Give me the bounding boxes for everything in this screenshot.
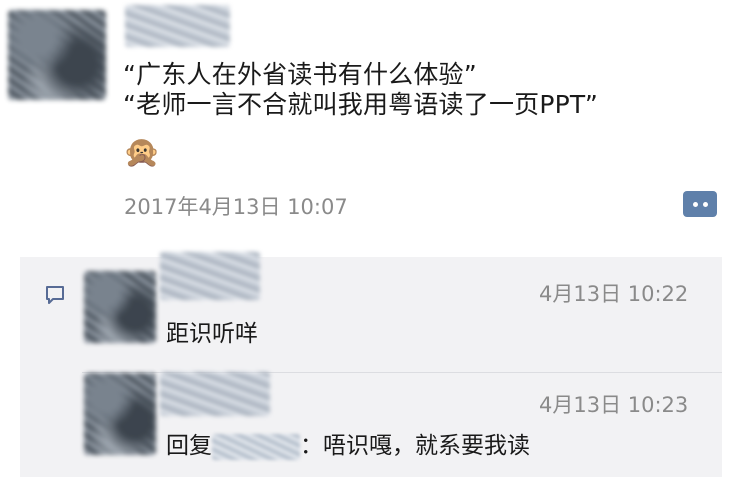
comment-timestamp: 4月13日 10:22: [539, 282, 689, 306]
reply-target-name[interactable]: [212, 433, 300, 460]
commenter-name[interactable]: [160, 252, 260, 300]
post-line: “老师一言不合就叫我用粤语读了一页PPT”: [123, 90, 598, 119]
post-timestamp: 2017年4月13日 10:07: [124, 195, 348, 219]
comment-reply-text: 回复 ：唔识嘎，就系要我读: [166, 426, 530, 460]
commenter-avatar[interactable]: [84, 271, 156, 343]
post-text: “广东人在外省读书有什么体验” “老师一言不合就叫我用粤语读了一页PPT”: [123, 60, 598, 120]
comment-timestamp: 4月13日 10:23: [539, 393, 689, 417]
more-actions-button[interactable]: [683, 191, 717, 217]
comment-text: 距识听咩: [166, 321, 258, 347]
comment-bubble-icon: [46, 286, 64, 304]
commenter-avatar[interactable]: [84, 373, 156, 455]
comment-text: 唔识嘎，就系要我读: [323, 433, 530, 459]
dot-icon: [692, 201, 698, 207]
reply-label: 回复: [166, 433, 212, 459]
post-author-avatar[interactable]: [8, 10, 106, 100]
commenter-name[interactable]: [160, 372, 270, 416]
post-line: “广东人在外省读书有什么体验”: [123, 60, 477, 89]
post-author-name[interactable]: [125, 5, 230, 47]
reply-colon: ：: [300, 433, 323, 459]
monkey-emoji: 🙊: [123, 135, 161, 170]
dot-icon: [702, 201, 708, 207]
